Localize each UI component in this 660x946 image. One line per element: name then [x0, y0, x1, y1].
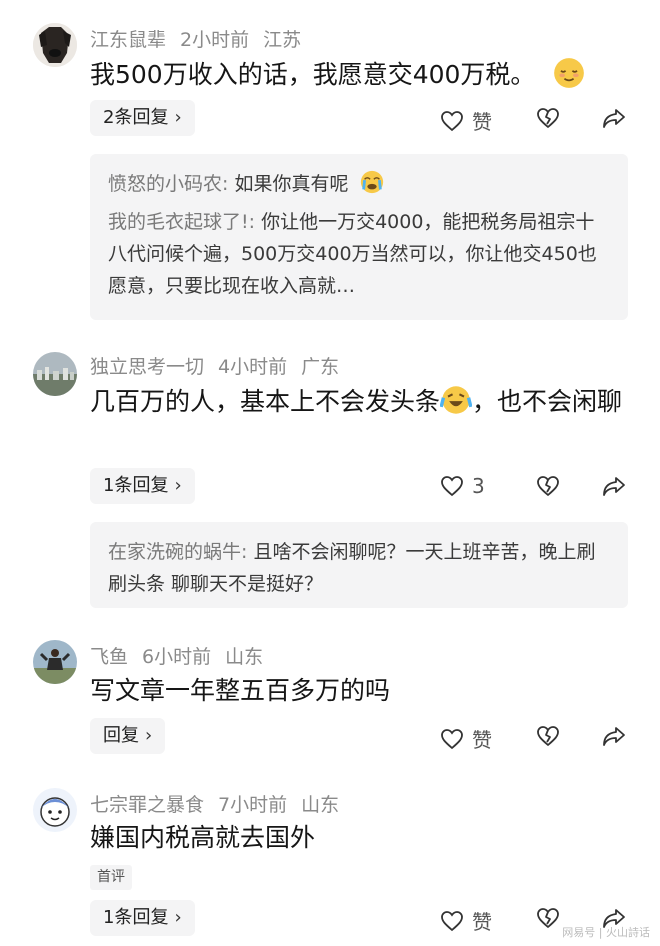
heart-outline-icon [441, 476, 463, 497]
like-button[interactable]: 3 [440, 474, 485, 498]
location: 山东 [301, 794, 340, 816]
broken-heart-icon [537, 108, 559, 128]
watermark: 网易号 | 火山詩话 [562, 926, 650, 939]
username[interactable]: 江东鼠辈 [90, 29, 166, 51]
city-avatar-icon [33, 352, 77, 396]
comment-text-content: 嫌国内税高就去国外 [90, 823, 316, 852]
timestamp: 6小时前 [142, 646, 212, 668]
reply-author[interactable]: 我的毛衣起球了! [108, 211, 249, 233]
reply-text: 如果你真有呢 [234, 173, 349, 195]
like-button[interactable]: 赞 [440, 106, 492, 135]
username[interactable]: 独立思考一切 [90, 356, 204, 378]
share-button[interactable] [602, 474, 626, 498]
cartoon-avatar-icon [33, 788, 77, 832]
comment-text: 嫌国内税高就去国外 [90, 819, 630, 856]
location: 山东 [225, 646, 264, 668]
dog-avatar-icon [33, 23, 77, 67]
username[interactable]: 飞鱼 [90, 646, 128, 668]
reply-item: 在家洗碗的蜗牛: 且啥不会闲聊呢？一天上班辛苦，晚上刷刷头条 聊聊天不是挺好？ [108, 536, 610, 600]
chevron-right-icon: › [145, 725, 153, 746]
relieved-face-icon [554, 58, 585, 88]
broken-heart-icon [537, 726, 559, 746]
heart-outline-icon [441, 728, 463, 749]
like-label: 赞 [472, 910, 492, 934]
view-replies-button[interactable]: 1条回复 › [90, 468, 195, 504]
reply-count-label: 1条回复 [103, 907, 169, 928]
share-button[interactable] [602, 724, 626, 748]
like-button[interactable]: 赞 [440, 906, 492, 935]
dislike-button[interactable] [536, 724, 560, 748]
broken-heart-icon [537, 476, 559, 496]
comment-text: 几百万的人，基本上不会发头条 ，也不会闲聊 [90, 383, 630, 420]
crying-face-icon [360, 170, 383, 194]
comment-meta: 飞鱼 6小时前 山东 [90, 642, 277, 669]
chevron-right-icon: › [174, 107, 182, 128]
avatar[interactable] [33, 788, 77, 832]
timestamp: 2小时前 [180, 29, 250, 51]
reply-author[interactable]: 在家洗碗的蜗牛 [108, 541, 241, 563]
comment-text: 我500万收入的话，我愿意交400万税。 [90, 56, 630, 93]
comment-meta: 独立思考一切 4小时前 广东 [90, 352, 353, 379]
broken-heart-icon [537, 908, 559, 928]
heart-outline-icon [441, 110, 463, 131]
reply-colon: : [222, 173, 229, 195]
avatar[interactable] [33, 352, 77, 396]
reply-button[interactable]: 回复 › [90, 718, 166, 754]
comment-text-content: 几百万的人，基本上不会发头条 [90, 387, 441, 416]
reply-preview-box[interactable]: 在家洗碗的蜗牛: 且啥不会闲聊呢？一天上班辛苦，晚上刷刷头条 聊聊天不是挺好？ [90, 522, 628, 608]
share-icon [603, 727, 625, 746]
like-button[interactable]: 赞 [440, 724, 492, 753]
share-button[interactable] [602, 106, 626, 130]
share-icon [603, 477, 625, 496]
reply-count-label: 2条回复 [103, 107, 169, 128]
laughing-crying-face-icon [440, 386, 473, 414]
share-icon [603, 109, 625, 128]
comment-text-content: 我500万收入的话，我愿意交400万税。 [90, 60, 536, 89]
reply-preview-box[interactable]: 愤怒的小码农: 如果你真有呢 我的毛衣起球了!: 你让他一万交4000，能把税务… [90, 154, 628, 320]
dislike-button[interactable] [536, 106, 560, 130]
like-label: 赞 [472, 110, 492, 134]
reply-colon: : [248, 211, 256, 233]
first-comment-badge: 首评 [90, 865, 132, 890]
location: 江苏 [263, 29, 302, 51]
comment-text-tail: ，也不会闲聊 [472, 387, 623, 416]
comment-meta: 江东鼠辈 2小时前 江苏 [90, 25, 315, 52]
username[interactable]: 七宗罪之暴食 [90, 794, 204, 816]
reply-count-label: 1条回复 [103, 475, 169, 496]
view-replies-button[interactable]: 2条回复 › [90, 100, 195, 136]
avatar[interactable] [33, 640, 77, 684]
reply-item: 愤怒的小码农: 如果你真有呢 [108, 168, 610, 200]
reply-label: 回复 [103, 725, 139, 746]
view-replies-button[interactable]: 1条回复 › [90, 900, 195, 936]
timestamp: 7小时前 [218, 794, 288, 816]
dislike-button[interactable] [536, 474, 560, 498]
person-photo-avatar-icon [33, 640, 77, 684]
reply-colon: : [241, 541, 248, 563]
heart-outline-icon [441, 910, 463, 931]
chevron-right-icon: › [174, 907, 182, 928]
chevron-right-icon: › [174, 475, 182, 496]
comment-meta: 七宗罪之暴食 7小时前 山东 [90, 790, 353, 817]
reply-item: 我的毛衣起球了!: 你让他一万交4000，能把税务局祖宗十八代问候个遍，500万… [108, 206, 610, 302]
comment-text-content: 写文章一年整五百多万的吗 [90, 676, 391, 705]
reply-author[interactable]: 愤怒的小码农 [108, 173, 222, 195]
like-label: 赞 [472, 728, 492, 752]
avatar[interactable] [33, 23, 77, 67]
dislike-button[interactable] [536, 906, 560, 930]
comment-text: 写文章一年整五百多万的吗 [90, 672, 630, 709]
timestamp: 4小时前 [218, 356, 288, 378]
location: 广东 [301, 356, 340, 378]
like-count: 3 [472, 474, 485, 498]
